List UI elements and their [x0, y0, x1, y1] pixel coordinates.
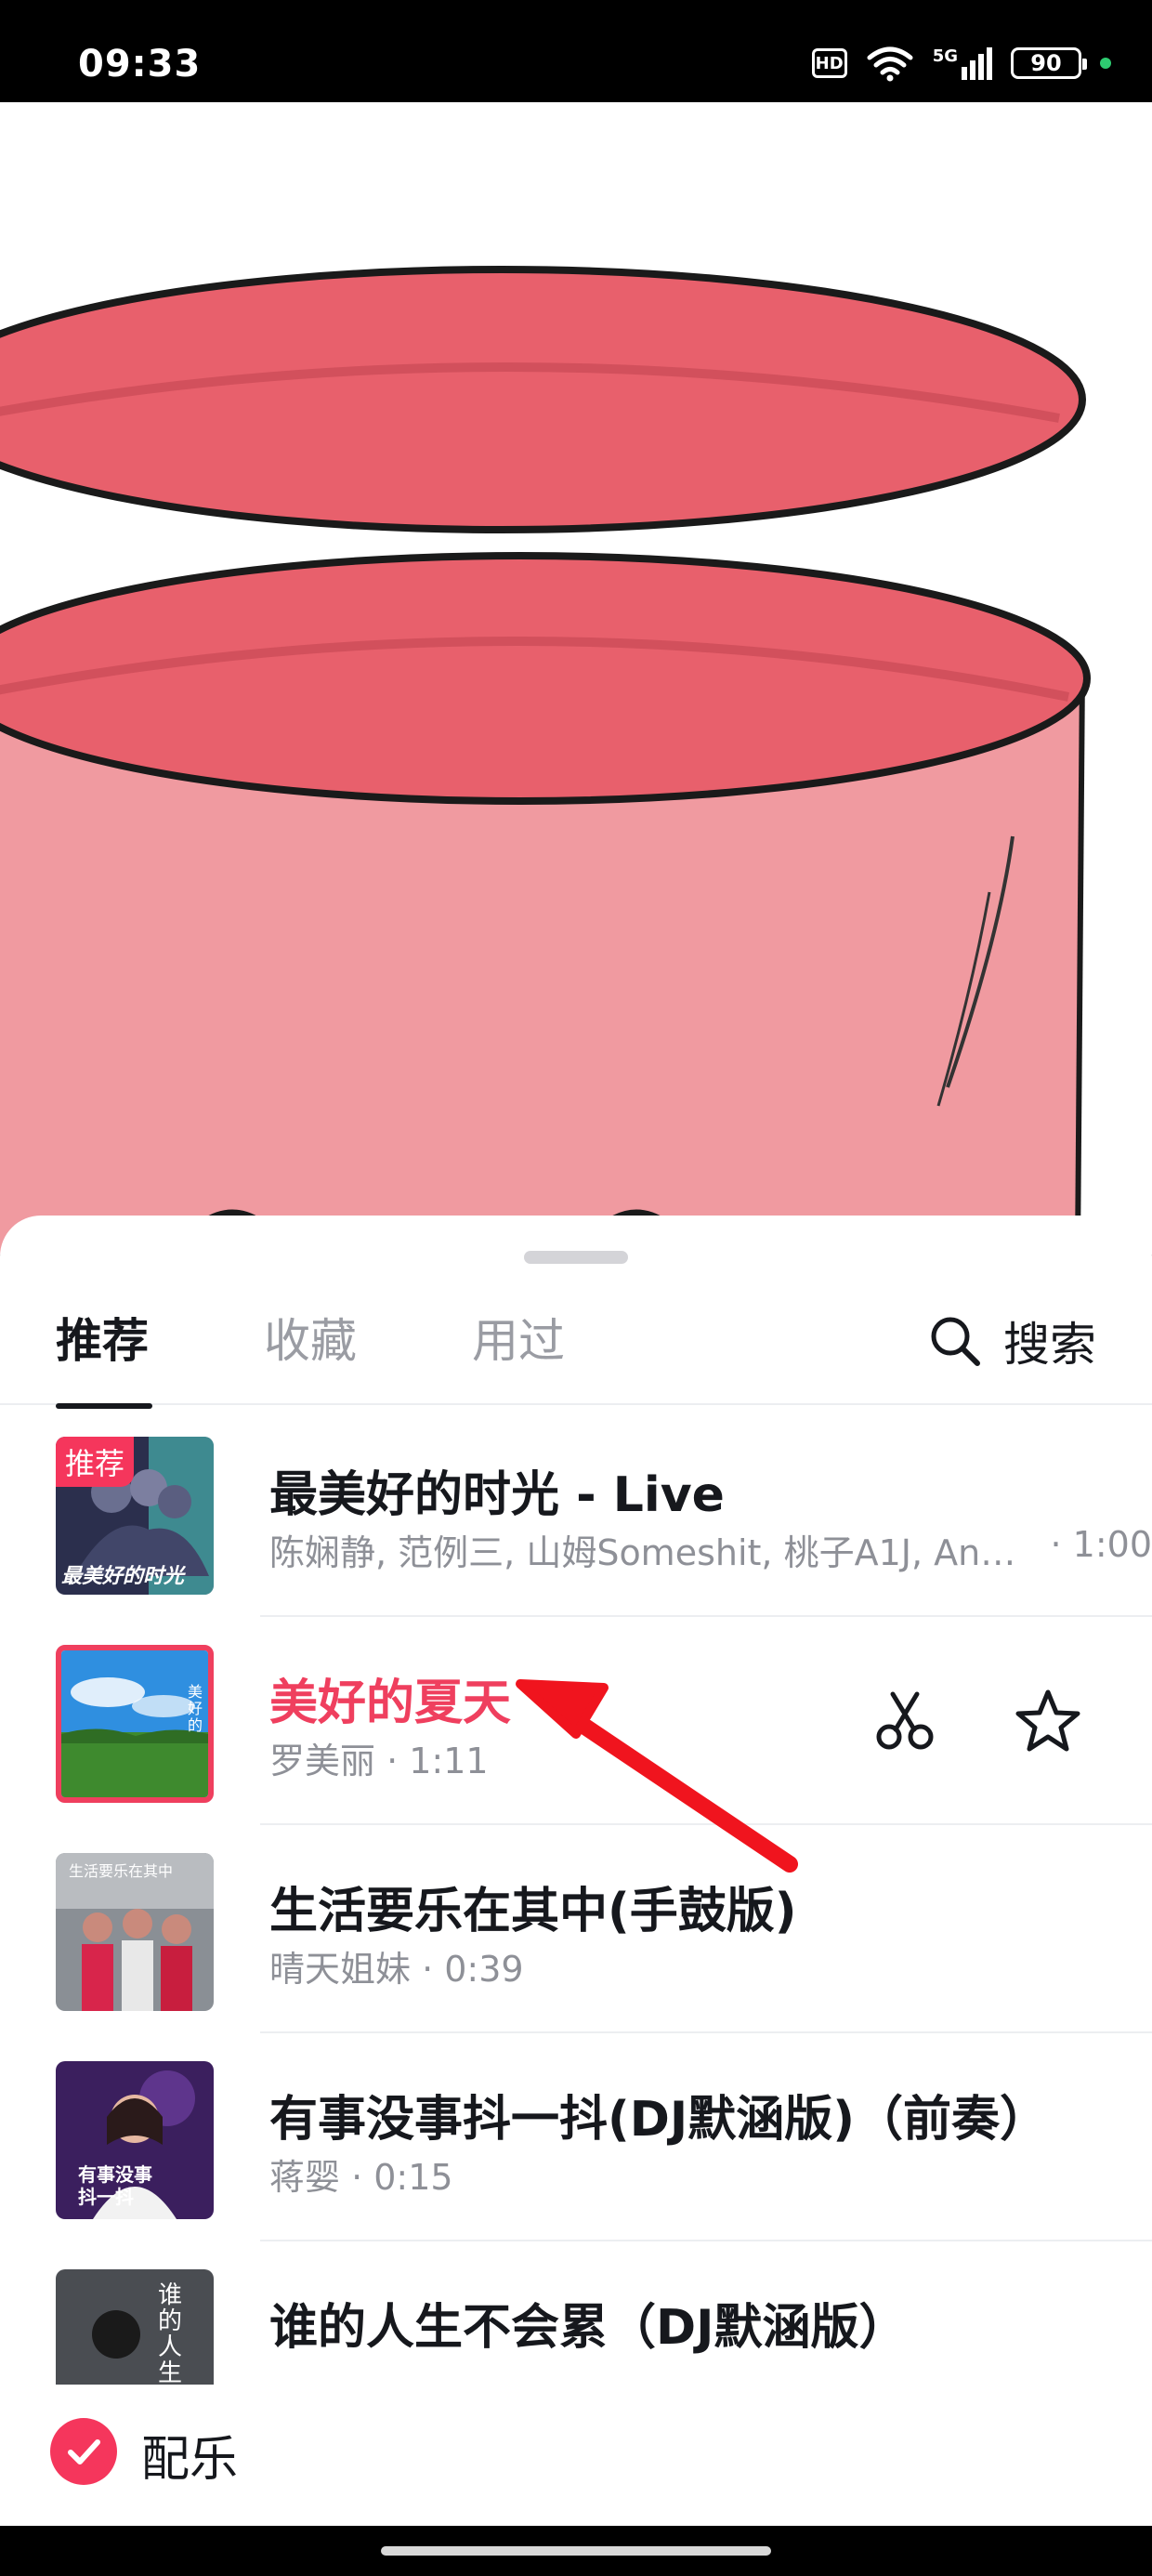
song-title: 生活要乐在其中(手鼓版) [269, 1884, 797, 1939]
cover-caption: 美好的 [188, 1683, 203, 1734]
song-row[interactable]: 推荐 最美好的时光 最美好的时光 - Live 陈娴静, 范例三, 山姆Some… [0, 1409, 1152, 1617]
song-row-selected[interactable]: 美好的 美好的夏天 罗美丽 · 1:11 [0, 1617, 1152, 1825]
cover-caption: 生活要乐在其中 [69, 1862, 174, 1880]
song-title: 有事没事抖一抖(DJ默涵版)（前奏） [269, 2092, 1049, 2148]
video-preview [0, 102, 1152, 1255]
song-title: 谁的人生不会累（DJ默涵版） [269, 2300, 908, 2356]
song-title: 最美好的时光 - Live [269, 1467, 725, 1523]
song-row[interactable]: 有事没事 抖一抖 有事没事抖一抖(DJ默涵版)（前奏） 蒋婴 · 0:15 [0, 2033, 1152, 2241]
song-cover: 有事没事 抖一抖 [56, 2061, 214, 2219]
song-artist: 晴天姐妹 · 0:39 [269, 1949, 524, 1990]
song-title: 美好的夏天 [269, 1676, 512, 1731]
recommended-badge: 推荐 [56, 1437, 135, 1487]
star-icon [1015, 1689, 1080, 1752]
tab-favorites[interactable]: 收藏 [264, 1303, 357, 1379]
scissors-icon [876, 1691, 934, 1750]
system-nav-bar [0, 2526, 1152, 2576]
music-picker-sheet: 推荐 收藏 用过 搜索 推荐 最美好的时光 最美好的时光 - Live 陈娴静,… [0, 1216, 1152, 2526]
network-label: 5G [932, 46, 958, 66]
music-tabs: 推荐 收藏 用过 搜索 [0, 1303, 1152, 1409]
search-icon [931, 1317, 980, 1366]
song-artist: 罗美丽 · 1:11 [269, 1741, 489, 1781]
privacy-indicator-dot [1100, 58, 1111, 69]
drum-sticker-image [0, 266, 1091, 1255]
favorite-button[interactable] [1011, 1684, 1085, 1758]
song-cover: 生活要乐在其中 [56, 1853, 214, 2011]
song-artist: 陈娴静, 范例三, 山姆Someshit, 桃子A1J, An… [269, 1532, 1016, 1573]
cover-art-image [61, 1650, 208, 1797]
drag-handle[interactable] [524, 1251, 628, 1264]
search-button[interactable]: 搜索 [927, 1303, 1096, 1379]
footer-bar: 配乐 [0, 2385, 1152, 2526]
song-duration: · 1:00 [1050, 1524, 1152, 1565]
search-label: 搜索 [1003, 1318, 1096, 1372]
song-row[interactable]: 谁的人生 谁的人生不会累（DJ默涵版） [0, 2241, 1152, 2385]
song-artist: 蒋婴 · 0:15 [269, 2157, 453, 2198]
status-time: 09:33 [78, 43, 202, 85]
soundtrack-checkbox[interactable] [50, 2418, 117, 2485]
soundtrack-label: 配乐 [141, 2432, 239, 2488]
check-icon [68, 2439, 100, 2464]
cover-caption: 最美好的时光 [61, 1565, 185, 1588]
status-bar: 09:33 HD 5G 90 [0, 0, 1152, 102]
battery-icon: 90 [1011, 47, 1087, 79]
wifi-icon [867, 46, 913, 82]
song-cover: 美好的 [56, 1645, 214, 1803]
hd-icon: HD [811, 48, 847, 78]
status-icons: HD 5G 90 [811, 45, 1111, 82]
cellular-5g-icon: 5G [933, 46, 992, 80]
trim-button[interactable] [868, 1684, 942, 1758]
song-cover: 谁的人生 [56, 2269, 214, 2385]
home-indicator[interactable] [381, 2546, 771, 2556]
cover-caption: 有事没事 抖一抖 [78, 2163, 152, 2208]
song-row[interactable]: 生活要乐在其中 生活要乐在其中(手鼓版) 晴天姐妹 · 0:39 [0, 1825, 1152, 2033]
song-list: 推荐 最美好的时光 最美好的时光 - Live 陈娴静, 范例三, 山姆Some… [0, 1409, 1152, 2385]
cover-caption: 谁的人生 [158, 2281, 183, 2385]
tab-used[interactable]: 用过 [472, 1303, 565, 1379]
tab-recommended[interactable]: 推荐 [56, 1303, 149, 1379]
song-cover: 推荐 最美好的时光 [56, 1437, 214, 1595]
